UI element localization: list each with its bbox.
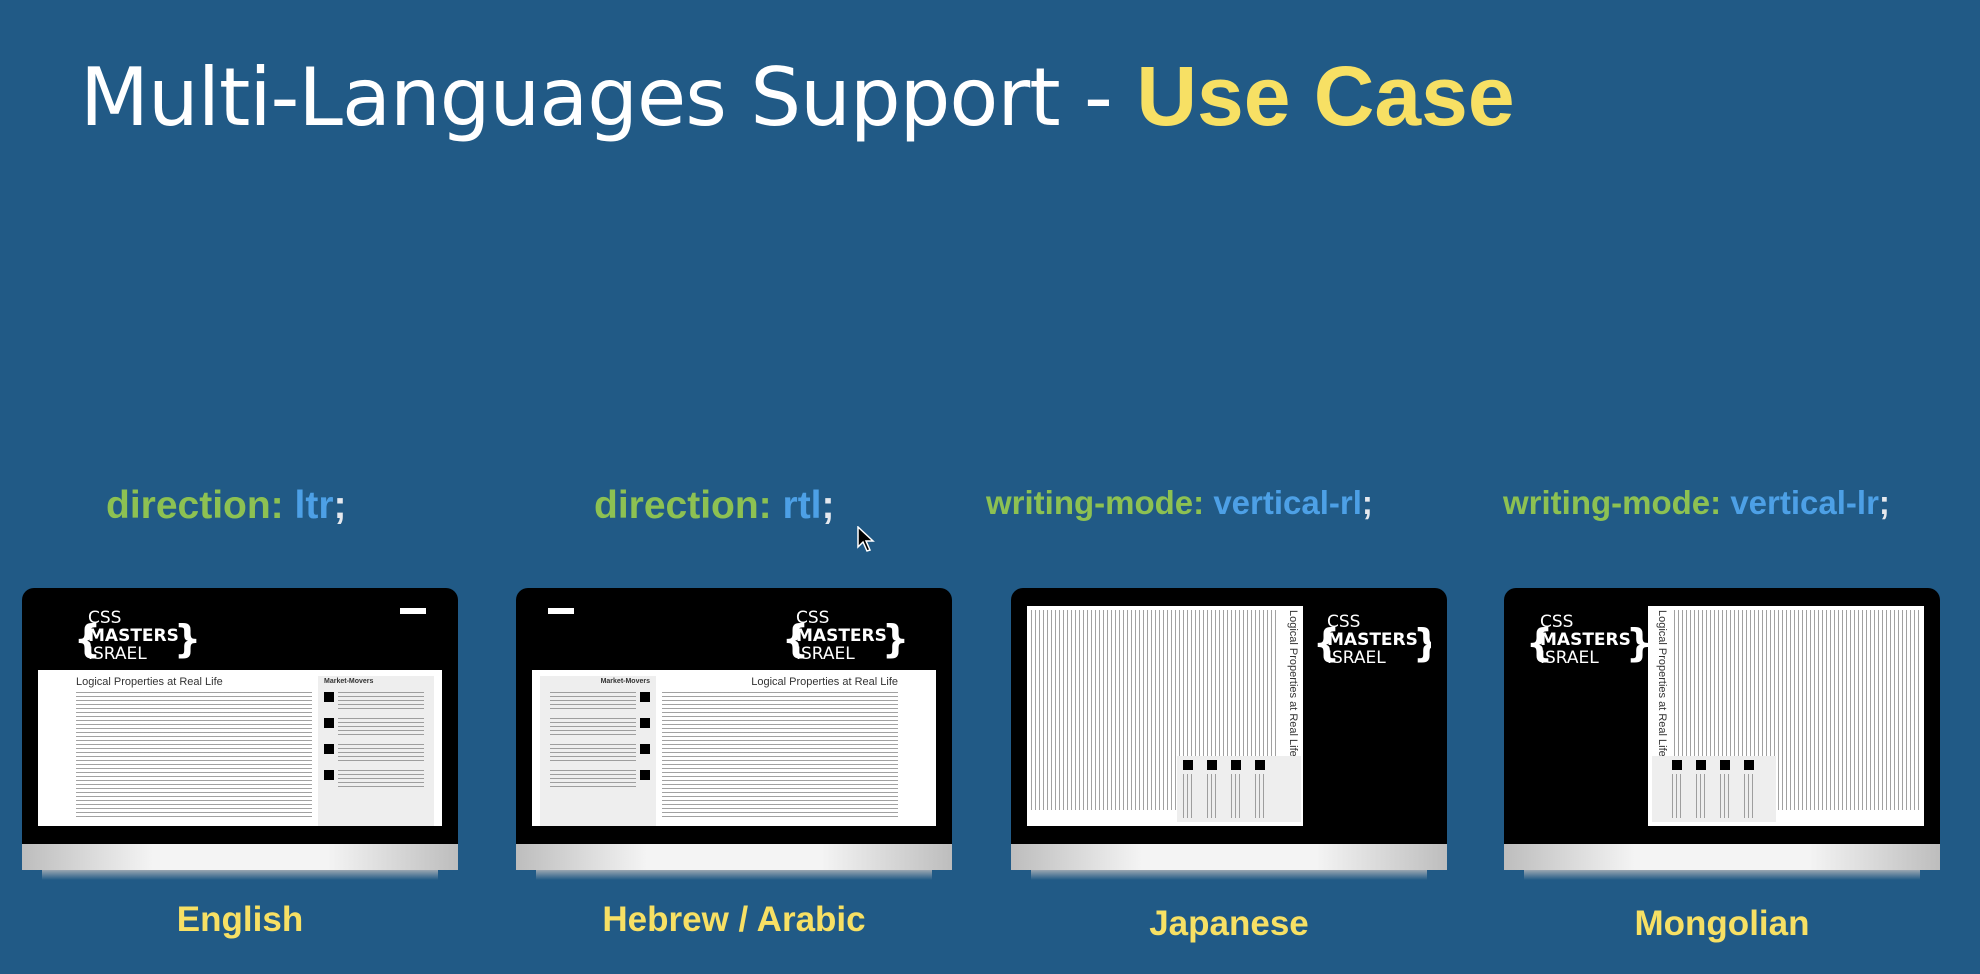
- slide-title-main: Multi-Languages Support -: [80, 51, 1137, 144]
- caption-hebrew-arabic: Hebrew / Arabic: [602, 900, 866, 939]
- search-box: [400, 608, 426, 614]
- code-label-vertical-lr: writing-mode: vertical-lr;: [1503, 484, 1890, 521]
- monitor-japanese: { CSS MASTERS ISRAEL } Logical Propertie…: [1011, 588, 1447, 880]
- monitor-hebrew-arabic: { CSS MASTERS ISRAEL } Logical Propertie…: [516, 588, 952, 880]
- caption-japanese: Japanese: [1149, 904, 1309, 943]
- screen-rtl: { CSS MASTERS ISRAEL } Logical Propertie…: [532, 606, 936, 826]
- caption-mongolian: Mongolian: [1634, 904, 1810, 943]
- page-heading: Logical Properties at Real Life: [1656, 610, 1668, 757]
- screen-ltr: { CSS MASTERS ISRAEL } Logical Propertie…: [38, 606, 442, 826]
- article-text: [662, 692, 898, 820]
- page-heading: Logical Properties at Real Life: [76, 676, 223, 688]
- page-heading: Logical Properties at Real Life: [1287, 610, 1299, 757]
- code-label-rtl: direction: rtl;: [594, 484, 835, 527]
- monitor-english: { CSS MASTERS ISRAEL } Logical Propertie…: [22, 588, 458, 880]
- page-heading: Logical Properties at Real Life: [751, 676, 898, 688]
- slide-title: Multi-Languages Support - Use Case: [80, 48, 1515, 145]
- article-text: [76, 692, 312, 820]
- mouse-pointer-icon: [857, 526, 875, 552]
- sidebar: Market-Movers: [318, 676, 434, 826]
- code-label-ltr: direction: ltr;: [106, 484, 347, 527]
- screen-vertical-lr: { CSS MASTERS ISRAEL } Logical Propertie…: [1520, 606, 1924, 826]
- monitor-mongolian: { CSS MASTERS ISRAEL } Logical Propertie…: [1504, 588, 1940, 880]
- screen-vertical-rl: { CSS MASTERS ISRAEL } Logical Propertie…: [1027, 606, 1431, 826]
- sidebar: [1177, 756, 1301, 822]
- slide-title-accent: Use Case: [1136, 49, 1515, 143]
- sidebar: [1652, 756, 1776, 822]
- code-label-vertical-rl: writing-mode: vertical-rl;: [986, 484, 1373, 521]
- sidebar: Market-Movers: [540, 676, 656, 826]
- caption-english: English: [176, 900, 304, 939]
- search-box: [548, 608, 574, 614]
